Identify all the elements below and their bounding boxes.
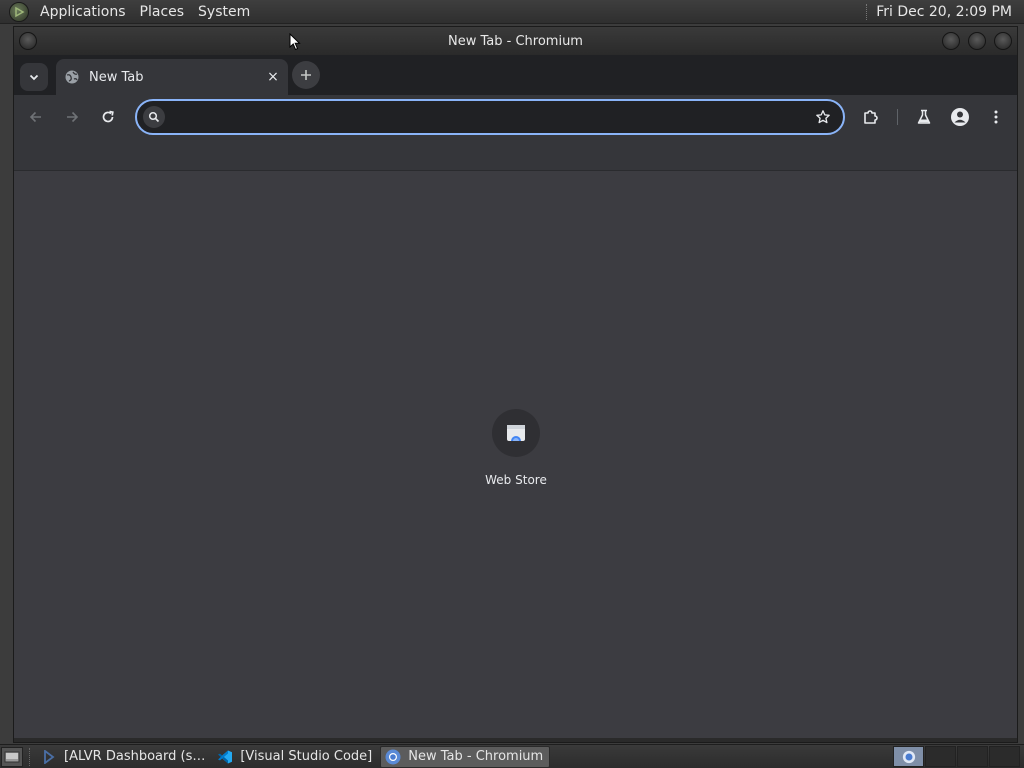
minimize-button[interactable] (942, 32, 960, 50)
avatar-icon (951, 108, 969, 126)
task-vscode[interactable]: [Visual Studio Code] (213, 746, 378, 768)
tab-search-button[interactable] (20, 63, 48, 91)
reload-icon (102, 110, 114, 123)
bookmarks-bar (14, 139, 1017, 171)
clock[interactable]: Fri Dec 20, 2:09 PM (876, 4, 1024, 20)
back-button[interactable] (22, 103, 50, 131)
address-input[interactable] (171, 105, 801, 129)
panel-separator (866, 3, 868, 20)
puzzle-icon (864, 110, 878, 124)
task-chromium[interactable]: New Tab - Chromium (380, 745, 551, 768)
forward-button[interactable] (58, 103, 86, 131)
flask-icon (917, 109, 931, 124)
menu-system[interactable]: System (191, 0, 257, 24)
alvr-icon (41, 749, 57, 765)
workspace-2[interactable] (925, 746, 956, 767)
mouse-cursor-icon (289, 33, 301, 51)
chromium-mini-icon (902, 750, 915, 763)
web-store-icon (492, 409, 540, 457)
task-label: [Visual Studio Code] (240, 749, 373, 764)
tab-title: New Tab (89, 69, 144, 85)
window-title: New Tab - Chromium (448, 33, 583, 49)
tab-strip: New Tab × (14, 55, 1017, 95)
chromium-icon (385, 749, 401, 765)
shortcut-label: Web Store (485, 473, 547, 487)
task-label: New Tab - Chromium (408, 749, 544, 764)
distro-logo-icon[interactable] (9, 1, 29, 22)
menu-button[interactable] (982, 103, 1010, 131)
labs-button[interactable] (910, 103, 938, 131)
kebab-menu-icon (994, 110, 998, 124)
profile-button[interactable] (946, 103, 974, 131)
vscode-icon (217, 749, 233, 765)
top-panel: Applications Places System Fri Dec 20, 2… (0, 0, 1024, 24)
tab-close-icon[interactable]: × (264, 68, 282, 86)
task-label: [ALVR Dashboard (s… (64, 749, 206, 764)
extensions-button[interactable] (857, 103, 885, 131)
workspace-3[interactable] (957, 746, 988, 767)
plus-icon (301, 70, 311, 80)
toolbar-divider (897, 109, 898, 125)
desktop-icon (4, 751, 20, 762)
taskbar-separator (29, 747, 31, 766)
omnibox[interactable] (135, 99, 845, 135)
taskbar: [ALVR Dashboard (s… [Visual Studio Code]… (0, 744, 1024, 768)
search-icon (143, 106, 165, 128)
chevron-down-icon (29, 74, 39, 81)
browser-toolbar (14, 95, 1017, 139)
window-titlebar[interactable]: New Tab - Chromium (14, 27, 1017, 55)
arrow-right-icon (67, 111, 79, 123)
workspace-4[interactable] (989, 746, 1020, 767)
globe-icon (64, 69, 80, 85)
top-menu: Applications Places System (33, 0, 257, 24)
workspace-1[interactable] (893, 746, 924, 767)
browser-window: New Tab - Chromium New Tab × Web Store (13, 26, 1018, 743)
show-desktop-button[interactable] (1, 746, 23, 767)
menu-places[interactable]: Places (133, 0, 192, 24)
task-alvr[interactable]: [ALVR Dashboard (s… (37, 746, 211, 768)
reload-button[interactable] (94, 103, 122, 131)
new-tab-page: Web Store (14, 171, 1017, 738)
window-menu-button[interactable] (19, 32, 37, 50)
new-tab-button[interactable] (292, 61, 320, 89)
maximize-button[interactable] (968, 32, 986, 50)
close-window-button[interactable] (994, 32, 1012, 50)
menu-applications[interactable]: Applications (33, 0, 133, 24)
bookmark-star-icon[interactable] (813, 107, 833, 127)
arrow-left-icon (29, 111, 41, 123)
workspace-switcher (893, 746, 1021, 767)
top-panel-right: Fri Dec 20, 2:09 PM (866, 0, 1024, 24)
tab-new-tab[interactable]: New Tab × (56, 59, 288, 95)
shortcut-web-store[interactable]: Web Store (472, 409, 560, 487)
